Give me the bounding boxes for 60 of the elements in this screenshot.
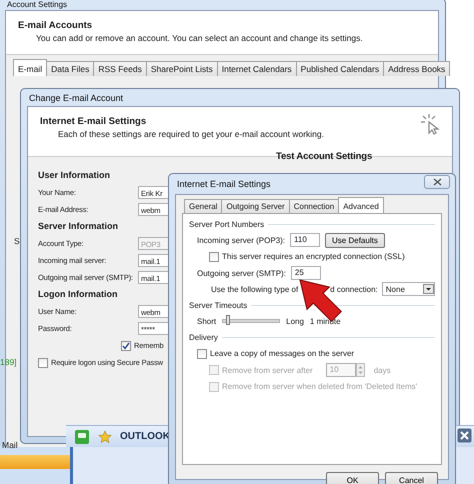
dialog-button[interactable]: Cancel — [385, 472, 438, 484]
close-icon — [432, 178, 442, 186]
app-icon[interactable] — [74, 428, 90, 444]
window-title: Internet E-mail Settings — [177, 179, 271, 189]
section-heading: Server Information — [38, 220, 118, 233]
field-label: Outgoing server (SMTP): — [197, 268, 286, 278]
tab[interactable]: E-mail — [13, 59, 48, 76]
dialog-button[interactable]: OK — [326, 472, 379, 484]
spinner-icon[interactable] — [356, 363, 365, 377]
partial-label: S — [14, 236, 20, 246]
tab[interactable]: Internet Calendars — [216, 61, 297, 76]
section-heading: E-mail Accounts — [18, 20, 94, 31]
tab[interactable]: RSS Feeds — [93, 61, 147, 76]
checkbox-label: Leave a copy of messages on the server — [210, 349, 354, 358]
group-label: Server Port Numbers — [189, 220, 264, 228]
window-title: Change E-mail Account — [29, 92, 124, 102]
section-heading: User Information — [38, 169, 110, 182]
tab[interactable]: Published Calendars — [296, 61, 384, 76]
dropdown[interactable]: None — [382, 282, 435, 296]
description-text: You can add or remove an account. You can select an account and change its settings. — [35, 33, 364, 43]
slider-label: Short — [197, 316, 216, 326]
checkbox-label: Remove from server when deleted from 'Deleted Items' — [222, 382, 418, 391]
group-label: Delivery — [189, 332, 218, 342]
close-button[interactable] — [424, 175, 450, 189]
unit-label: days — [374, 366, 391, 374]
close-icon[interactable] — [457, 428, 472, 443]
tab[interactable]: SharePoint Lists — [146, 61, 218, 76]
tab[interactable]: Outgoing Server — [221, 199, 290, 213]
use-defaults-button[interactable]: Use Defaults — [325, 232, 385, 248]
star-icon — [98, 430, 112, 444]
checkbox[interactable] — [121, 340, 131, 350]
checkbox[interactable] — [209, 252, 219, 262]
tab[interactable]: Connection — [288, 199, 340, 213]
field-label: d connection: — [330, 284, 378, 294]
slider-label: Long — [286, 316, 304, 326]
tab[interactable]: General — [184, 199, 222, 213]
tab[interactable]: Address Books — [383, 61, 450, 76]
checkbox-label: Remove from server after — [222, 366, 313, 374]
tab[interactable]: Advanced — [338, 197, 384, 213]
checkbox[interactable] — [197, 348, 207, 358]
section-heading: Internet E-mail Settings — [40, 116, 148, 127]
app-title: OUTLOOK — [120, 431, 170, 442]
wizard-cursor-icon — [420, 113, 442, 135]
partial-label: 189] — [0, 357, 17, 367]
description-text: Each of these settings are required to get your e-mail account working. — [57, 129, 326, 139]
section-heading: Test Account Settings — [276, 151, 372, 162]
group-label: Server Timeouts — [189, 300, 248, 310]
window-title: Account Settings — [7, 0, 68, 9]
partial-label: Mail — [2, 440, 18, 450]
input-field[interactable]: 110 — [290, 233, 320, 247]
timeout-value: 1 minute — [310, 316, 341, 326]
field-label: Incoming server (POP3): — [197, 236, 286, 244]
caret-icon — [423, 284, 434, 294]
slider-thumb[interactable] — [226, 315, 230, 325]
input-field[interactable]: 25 — [290, 266, 321, 280]
field-label: Use the following type of — [211, 284, 298, 294]
section-heading: Logon Information — [38, 288, 118, 301]
checkbox-label: This server requires an encrypted connection (SSL) — [222, 252, 405, 261]
checkbox[interactable] — [38, 358, 48, 368]
tab[interactable]: Data Files — [46, 61, 94, 76]
